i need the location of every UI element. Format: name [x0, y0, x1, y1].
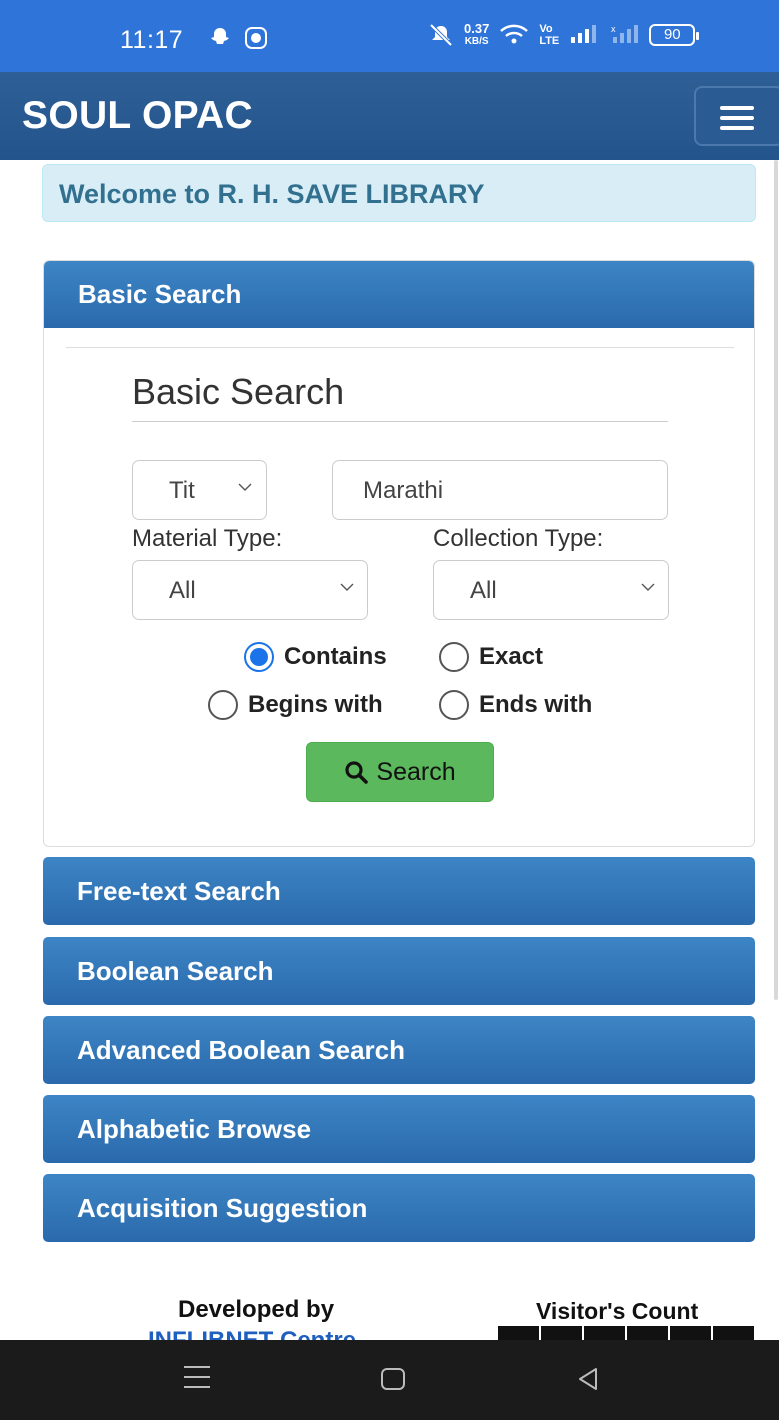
- volte-indicator: Vo LTE: [539, 23, 559, 47]
- advanced-boolean-search-header[interactable]: Advanced Boolean Search: [43, 1016, 755, 1084]
- snapchat-icon: [208, 27, 232, 49]
- chevron-down-icon: [641, 583, 655, 591]
- signal-sim2-icon: x: [609, 24, 639, 47]
- material-type-label: Material Type:: [132, 525, 283, 552]
- radio-begins-with[interactable]: Begins with: [208, 690, 383, 720]
- radio-ends-with-circle[interactable]: [439, 690, 469, 720]
- radio-contains[interactable]: Contains: [244, 642, 387, 672]
- radio-exact[interactable]: Exact: [439, 642, 543, 672]
- basic-search-panel: Basic Search Basic Search Tit Marathi Ma…: [43, 260, 755, 847]
- basic-search-panel-header[interactable]: Basic Search: [44, 261, 754, 328]
- volte-bottom: LTE: [539, 35, 560, 47]
- status-bar: 11:17 0.37 KB/S Vo LTE x 90: [0, 0, 779, 72]
- collection-type-label: Collection Type:: [433, 525, 604, 552]
- free-text-search-header[interactable]: Free-text Search: [43, 857, 755, 925]
- search-button[interactable]: Search: [306, 742, 494, 802]
- search-input[interactable]: Marathi: [332, 460, 668, 520]
- chevron-down-icon: [238, 483, 252, 491]
- material-type-select[interactable]: All: [132, 560, 368, 620]
- radio-exact-circle[interactable]: [439, 642, 469, 672]
- search-field-select-value: Tit: [169, 477, 195, 504]
- hamburger-menu-icon[interactable]: [694, 86, 779, 146]
- svg-text:x: x: [611, 24, 616, 34]
- panel-divider: [66, 347, 734, 348]
- radio-begins-with-label: Begins with: [248, 691, 383, 718]
- status-right-icons: 0.37 KB/S Vo LTE x 90: [428, 22, 700, 48]
- basic-search-form-title: Basic Search: [132, 371, 668, 422]
- navbar: SOUL OPAC: [0, 72, 779, 160]
- boolean-search-header[interactable]: Boolean Search: [43, 937, 755, 1005]
- radio-begins-with-circle[interactable]: [208, 690, 238, 720]
- search-button-label: Search: [376, 757, 456, 786]
- volte-top: Vo: [539, 23, 553, 35]
- status-time: 11:17: [120, 26, 184, 54]
- back-icon[interactable]: [576, 1366, 600, 1392]
- recent-apps-icon[interactable]: [184, 1366, 210, 1390]
- search-icon: [345, 761, 369, 784]
- chevron-down-icon: [340, 583, 354, 591]
- collection-type-select[interactable]: All: [433, 560, 669, 620]
- cricbuzz-icon: [244, 26, 268, 50]
- status-left-icons: [208, 26, 268, 50]
- radio-contains-circle[interactable]: [244, 642, 274, 672]
- collection-type-value: All: [470, 577, 497, 604]
- brand-title[interactable]: SOUL OPAC: [22, 94, 253, 138]
- page-scrollbar[interactable]: [774, 160, 778, 1000]
- home-icon[interactable]: [381, 1368, 405, 1390]
- alphabetic-browse-header[interactable]: Alphabetic Browse: [43, 1095, 755, 1163]
- system-navigation-bar: [0, 1340, 779, 1420]
- search-field-select[interactable]: Tit: [132, 460, 267, 520]
- network-speed-unit: KB/S: [464, 36, 489, 47]
- radio-exact-label: Exact: [479, 643, 544, 670]
- developed-by-label: Developed by: [178, 1296, 335, 1323]
- wifi-icon: [499, 23, 529, 48]
- acquisition-suggestion-header[interactable]: Acquisition Suggestion: [43, 1174, 755, 1242]
- visitor-count-label: Visitor's Count: [536, 1298, 699, 1324]
- radio-ends-with-label: Ends with: [479, 691, 593, 718]
- battery-indicator: 90: [649, 24, 700, 46]
- welcome-banner: Welcome to R. H. SAVE LIBRARY: [42, 164, 756, 222]
- network-speed: 0.37 KB/S: [464, 22, 489, 48]
- material-type-value: All: [169, 577, 196, 604]
- radio-ends-with[interactable]: Ends with: [439, 690, 592, 720]
- radio-contains-label: Contains: [284, 643, 387, 670]
- network-speed-value: 0.37: [464, 21, 490, 36]
- notifications-off-icon: [428, 23, 454, 47]
- signal-icon: [569, 24, 599, 47]
